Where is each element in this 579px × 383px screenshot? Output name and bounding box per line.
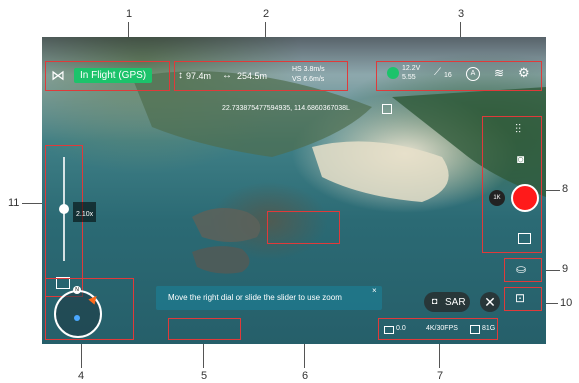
distance-value: 254.5m [237, 71, 268, 81]
resolution-label: 1K [493, 195, 501, 201]
storage-remaining: 81G [482, 325, 496, 332]
flight-status-badge: In Flight (GPS) [74, 68, 153, 83]
leader-4 [81, 340, 82, 368]
leader-10 [544, 303, 558, 304]
location-pin-icon [382, 104, 392, 114]
gallery-icon[interactable] [518, 233, 531, 244]
zoom-tooltip: Move the right dial or slide the slider … [156, 286, 382, 310]
tooltip-text: Move the right dial or slide the slider … [168, 293, 342, 302]
callout-11: 11 [8, 197, 20, 209]
ev-icon [384, 326, 394, 334]
callout-4: 4 [78, 370, 85, 382]
leader-5 [203, 340, 204, 368]
satellite-icon: ⟋ [434, 67, 441, 78]
drone-camera-view[interactable]: ⋈ In Flight (GPS) ↕ 97.4m ↔ 254.5m HS 3.… [42, 37, 546, 344]
satellite-count: 16 [444, 72, 452, 79]
gps-coordinates: 22.733875477594935, 114.6860367038L [222, 105, 350, 112]
flight-mode-letter: A [470, 70, 476, 77]
sd-card-icon [470, 325, 480, 334]
height-value: 97.4m [186, 71, 212, 81]
compass-north-icon: N [73, 286, 81, 294]
record-button[interactable] [511, 184, 539, 212]
horizontal-speed: HS 3.8m/s [292, 66, 325, 73]
obstacle-sensing-icon[interactable]: ⛀ [516, 263, 526, 275]
warning-message-area [168, 318, 241, 340]
callout-3: 3 [458, 8, 465, 20]
close-x-icon: ✕ [484, 294, 496, 310]
sar-button[interactable]: ◘ SAR [424, 292, 470, 312]
ev-value: 0.0 [396, 325, 406, 332]
flight-mode-icon: A [466, 67, 480, 81]
sar-label: SAR [445, 297, 466, 308]
callout-5: 5 [201, 370, 208, 382]
vertical-speed: VS 6.6m/s [292, 76, 325, 83]
video-format: 4K/30FPS [426, 325, 458, 332]
distance-icon: ↔ [222, 70, 232, 81]
zoom-value: 2.10x [76, 211, 94, 218]
gimbal-camera-icon[interactable]: ⊡ [515, 292, 525, 304]
resolution-badge[interactable]: 1K [489, 190, 505, 206]
callout-6: 6 [302, 370, 309, 382]
gear-icon[interactable]: ⚙ [518, 66, 530, 79]
close-button[interactable]: ✕ [480, 292, 500, 312]
close-icon[interactable]: × [372, 287, 377, 295]
callout-10: 10 [560, 297, 573, 309]
leader-7 [439, 340, 440, 368]
callout-2: 2 [263, 8, 270, 20]
callout-7: 7 [437, 370, 444, 382]
zoom-value-badge: 2.10x [73, 202, 97, 222]
battery-level: 5.55 [402, 74, 416, 81]
battery-icon [387, 67, 399, 79]
callout-1: 1 [126, 8, 133, 20]
callout-8: 8 [562, 183, 569, 195]
zoom-thumb[interactable] [59, 204, 69, 214]
camera-controls-area [482, 116, 542, 253]
camera-icon: ◘ [432, 296, 438, 306]
camera-settings-icon[interactable]: ⫶⫶ [515, 123, 521, 135]
leader-9 [544, 270, 560, 271]
callout-9: 9 [562, 263, 569, 275]
focus-metering-area[interactable] [267, 211, 340, 244]
leader-8 [544, 190, 560, 191]
battery-voltage: 12.2V [402, 65, 421, 72]
wifi-signal-icon: ≋ [494, 66, 505, 80]
leader-11 [22, 203, 42, 204]
aircraft-marker-icon [74, 315, 80, 321]
map-flag-icon[interactable]: ⋈ [51, 68, 65, 82]
height-icon: ↕ [178, 70, 183, 81]
photo-mode-icon[interactable]: ◙ [517, 153, 524, 165]
